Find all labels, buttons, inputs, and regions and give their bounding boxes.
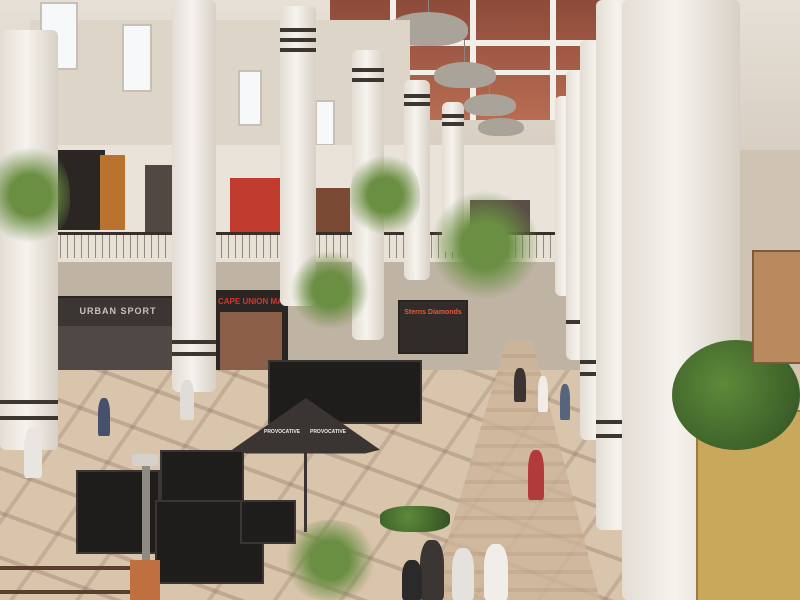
lamp-post-base — [130, 560, 160, 600]
shopper — [528, 450, 544, 500]
kiosk — [240, 500, 296, 544]
pendant-lamp — [464, 94, 516, 116]
wall-panel — [752, 250, 800, 364]
umbrella-label: PROVOCATIVE — [263, 429, 301, 435]
shopper — [484, 544, 508, 600]
store-sign-cape-union-mart: CAPE UNION MART — [218, 297, 284, 306]
pendant-lamp — [434, 62, 496, 88]
shopper — [402, 560, 422, 600]
shopper — [514, 368, 526, 402]
foreground-railing — [0, 566, 130, 570]
umbrella-pole — [304, 452, 307, 532]
palm-tree — [290, 250, 370, 330]
pendant-lamp — [478, 118, 524, 136]
lamp-post — [142, 462, 150, 572]
shopper — [538, 376, 548, 412]
foreground-railing — [0, 590, 130, 594]
window — [315, 100, 335, 146]
shopper — [98, 398, 110, 436]
umbrella-label-2: PROVOCATIVE — [309, 429, 347, 435]
column — [172, 0, 216, 392]
palm-tree — [350, 150, 420, 240]
store-sign-left: URBAN SPORT — [79, 306, 157, 316]
lamp-post-head — [132, 454, 158, 466]
storefront-center: Sterns Diamonds — [398, 300, 468, 354]
upper-storefront — [100, 155, 125, 230]
window — [122, 24, 152, 92]
window — [238, 70, 262, 126]
shopper — [24, 428, 42, 478]
shopper — [452, 548, 474, 600]
store-sign-center: Sterns Diamonds — [404, 309, 462, 316]
shopper — [560, 384, 570, 420]
shopper — [420, 540, 444, 600]
palm-tree — [430, 190, 540, 300]
shopper — [180, 380, 194, 420]
mall-interior-scene: URBAN SPORT CAPE UNION MART Sterns Diamo… — [0, 0, 800, 600]
floor-planter — [380, 506, 450, 532]
